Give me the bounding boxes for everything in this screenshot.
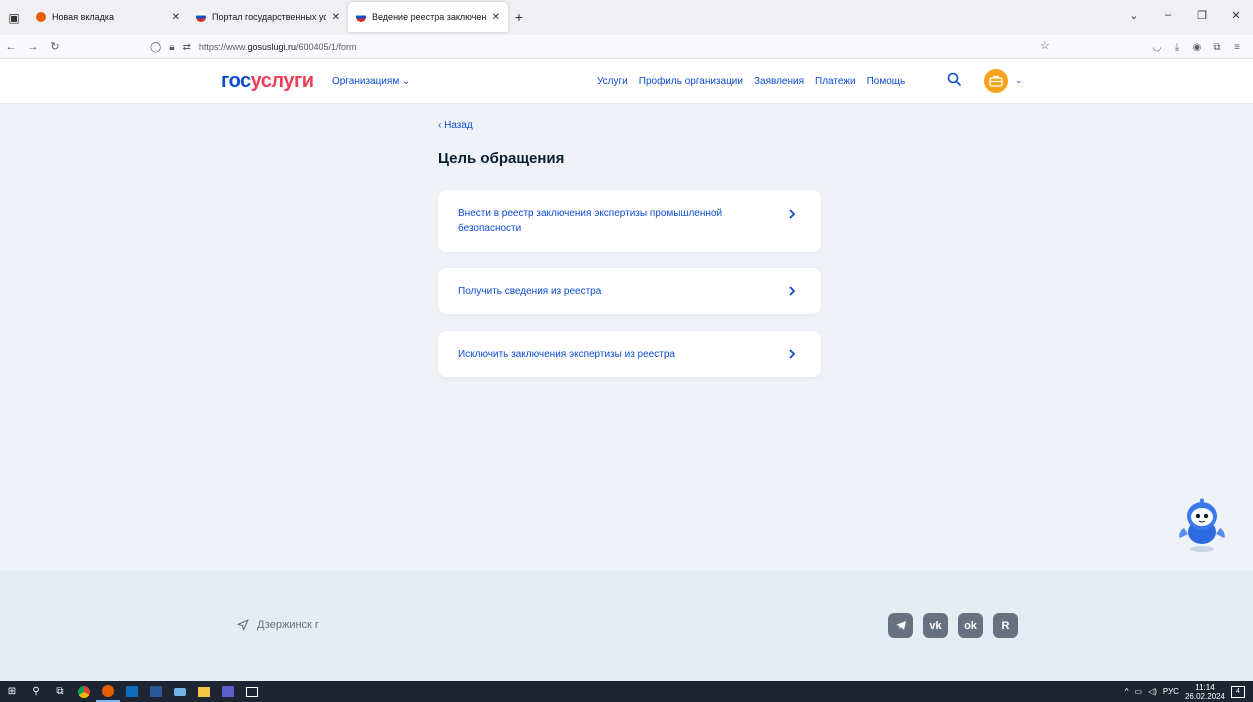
chevron-up-icon[interactable]: ^ xyxy=(1125,687,1129,696)
task-view-icon[interactable]: ⧉ xyxy=(48,681,72,702)
minimize-button[interactable]: – xyxy=(1151,9,1185,21)
location-selector[interactable]: Дзержинск г xyxy=(237,619,319,631)
close-tab-icon[interactable]: ✕ xyxy=(332,12,340,23)
menu-item-services[interactable]: Услуги xyxy=(597,76,628,87)
menu-item-org-profile[interactable]: Профиль организации xyxy=(639,76,743,87)
menu-item-payments[interactable]: Платежи xyxy=(815,76,856,87)
lock-icon: 🔒︎ xyxy=(169,41,175,53)
chevron-down-icon[interactable]: ⌄ xyxy=(1015,75,1023,86)
permissions-icon: ⇄ xyxy=(182,41,191,53)
browser-tab-bar: ▣ Новая вкладка ✕ Портал государственных… xyxy=(0,0,1253,35)
chevron-right-icon xyxy=(789,209,796,219)
firefox-favicon-icon xyxy=(36,12,46,22)
option-card-get-info[interactable]: Получить сведения из реестра xyxy=(438,268,821,314)
vk-icon[interactable]: vk xyxy=(923,613,948,638)
url-text: https://www.gosuslugi.ru/600405/1/form xyxy=(199,42,357,52)
network-icon[interactable]: ▭ xyxy=(1135,687,1143,696)
tab-title: Ведение реестра заключений xyxy=(372,12,486,22)
url-domain: gosuslugi.ru xyxy=(247,42,296,52)
app-icon[interactable] xyxy=(168,681,192,702)
shield-icon: ◯ xyxy=(150,41,162,53)
back-arrow-icon[interactable]: ← xyxy=(0,41,22,53)
chrome-icon[interactable] xyxy=(72,681,96,702)
site-header: госуслуги Организациям ⌄ Услуги Профиль … xyxy=(0,59,1253,104)
option-label: Внести в реестр заключения экспертизы пр… xyxy=(458,208,723,234)
close-tab-icon[interactable]: ✕ xyxy=(492,12,500,23)
restore-button[interactable]: ❐ xyxy=(1185,9,1219,22)
pocket-icon[interactable]: ◡ xyxy=(1147,42,1167,53)
gosuslugi-favicon-icon xyxy=(356,12,366,22)
volume-icon[interactable]: ◁) xyxy=(1148,687,1157,696)
outlook-icon[interactable] xyxy=(120,681,144,702)
search-icon[interactable]: ⚲ xyxy=(24,681,48,702)
new-tab-button[interactable]: + xyxy=(508,2,530,32)
tab-title: Портал государственных усл xyxy=(212,12,326,22)
firefox-icon[interactable] xyxy=(96,681,120,702)
address-bar[interactable]: ◯ 🔒︎ ⇄ https://www.gosuslugi.ru/600405/1… xyxy=(150,37,1030,57)
notifications-icon[interactable]: 4 xyxy=(1231,685,1245,698)
organizations-menu[interactable]: Организациям ⌄ xyxy=(332,76,410,87)
file-explorer-icon[interactable] xyxy=(192,681,216,702)
menu-icon[interactable]: ≡ xyxy=(1227,42,1247,53)
extensions-icon[interactable]: ⧉ xyxy=(1207,42,1227,53)
option-card-exclude[interactable]: Исключить заключения экспертизы из реест… xyxy=(438,331,821,377)
rutube-icon[interactable]: R xyxy=(993,613,1018,638)
clock[interactable]: 11:14 26.02.2024 xyxy=(1185,683,1225,701)
page-title: Цель обращения xyxy=(438,150,565,167)
download-icon[interactable]: ⤓ xyxy=(1167,42,1187,53)
close-window-button[interactable]: ✕ xyxy=(1219,9,1253,22)
toolbar-right: ◡ ⤓ ◉ ⧉ ≡ xyxy=(1147,35,1247,59)
chevron-right-icon xyxy=(789,349,796,359)
location-arrow-icon xyxy=(237,619,249,631)
gosuslugi-logo[interactable]: госуслуги xyxy=(221,70,314,93)
telegram-icon[interactable] xyxy=(888,613,913,638)
window-controls: ⌄ – ❐ ✕ xyxy=(1117,0,1253,30)
reload-icon[interactable]: ↻ xyxy=(44,40,66,53)
chevron-down-icon: ⌄ xyxy=(401,76,411,87)
tab-registry-form[interactable]: Ведение реестра заключений ✕ xyxy=(348,2,508,32)
url-path: /600405/1/form xyxy=(295,42,357,52)
tab-overflow-icon[interactable]: ⌄ xyxy=(1117,9,1151,22)
option-label: Исключить заключения экспертизы из реест… xyxy=(458,349,675,360)
chevron-right-icon xyxy=(789,286,796,296)
bookmark-star-icon[interactable]: ☆ xyxy=(1040,39,1050,52)
browser-nav-bar: ← → ↻ ◯ 🔒︎ ⇄ https://www.gosuslugi.ru/60… xyxy=(0,35,1253,59)
robot-assistant-icon[interactable] xyxy=(1178,498,1226,554)
organization-avatar[interactable] xyxy=(984,69,1008,93)
menu-item-applications[interactable]: Заявления xyxy=(754,76,804,87)
odnoklassniki-icon[interactable]: ok xyxy=(958,613,983,638)
forward-arrow-icon[interactable]: → xyxy=(22,41,44,53)
top-menu: Услуги Профиль организации Заявления Пла… xyxy=(597,76,916,87)
option-card-add-to-registry[interactable]: Внести в реестр заключения экспертизы пр… xyxy=(438,190,821,252)
site-footer: Дзержинск г vk ok R xyxy=(0,570,1253,681)
windows-start-icon[interactable]: ⊞ xyxy=(0,681,24,702)
windows-taskbar: ⊞ ⚲ ⧉ ^ ▭ ◁) РУС 11:14 26.02.2024 4 xyxy=(0,681,1253,702)
search-icon[interactable] xyxy=(947,72,961,86)
account-icon[interactable]: ◉ xyxy=(1187,42,1207,53)
teams-icon[interactable] xyxy=(216,681,240,702)
tab-title: Новая вкладка xyxy=(52,12,115,22)
tab-gosuslugi-portal[interactable]: Портал государственных усл ✕ xyxy=(188,2,348,32)
system-tray: ^ ▭ ◁) РУС 11:14 26.02.2024 4 xyxy=(1125,681,1253,702)
menu-item-help[interactable]: Помощь xyxy=(867,76,906,87)
social-links: vk ok R xyxy=(888,613,1018,638)
tab-list-icon[interactable]: ▣ xyxy=(0,0,28,35)
url-prefix: https://www. xyxy=(198,42,248,52)
briefcase-icon xyxy=(989,75,1003,87)
app-icon[interactable] xyxy=(240,681,264,702)
word-icon[interactable] xyxy=(144,681,168,702)
back-link[interactable]: ‹ Назад xyxy=(438,120,473,131)
tab-new-tab[interactable]: Новая вкладка ✕ xyxy=(28,2,188,32)
language-indicator[interactable]: РУС xyxy=(1163,687,1179,696)
option-label: Получить сведения из реестра xyxy=(458,286,602,297)
gosuslugi-favicon-icon xyxy=(196,12,206,22)
close-tab-icon[interactable]: ✕ xyxy=(172,12,180,23)
